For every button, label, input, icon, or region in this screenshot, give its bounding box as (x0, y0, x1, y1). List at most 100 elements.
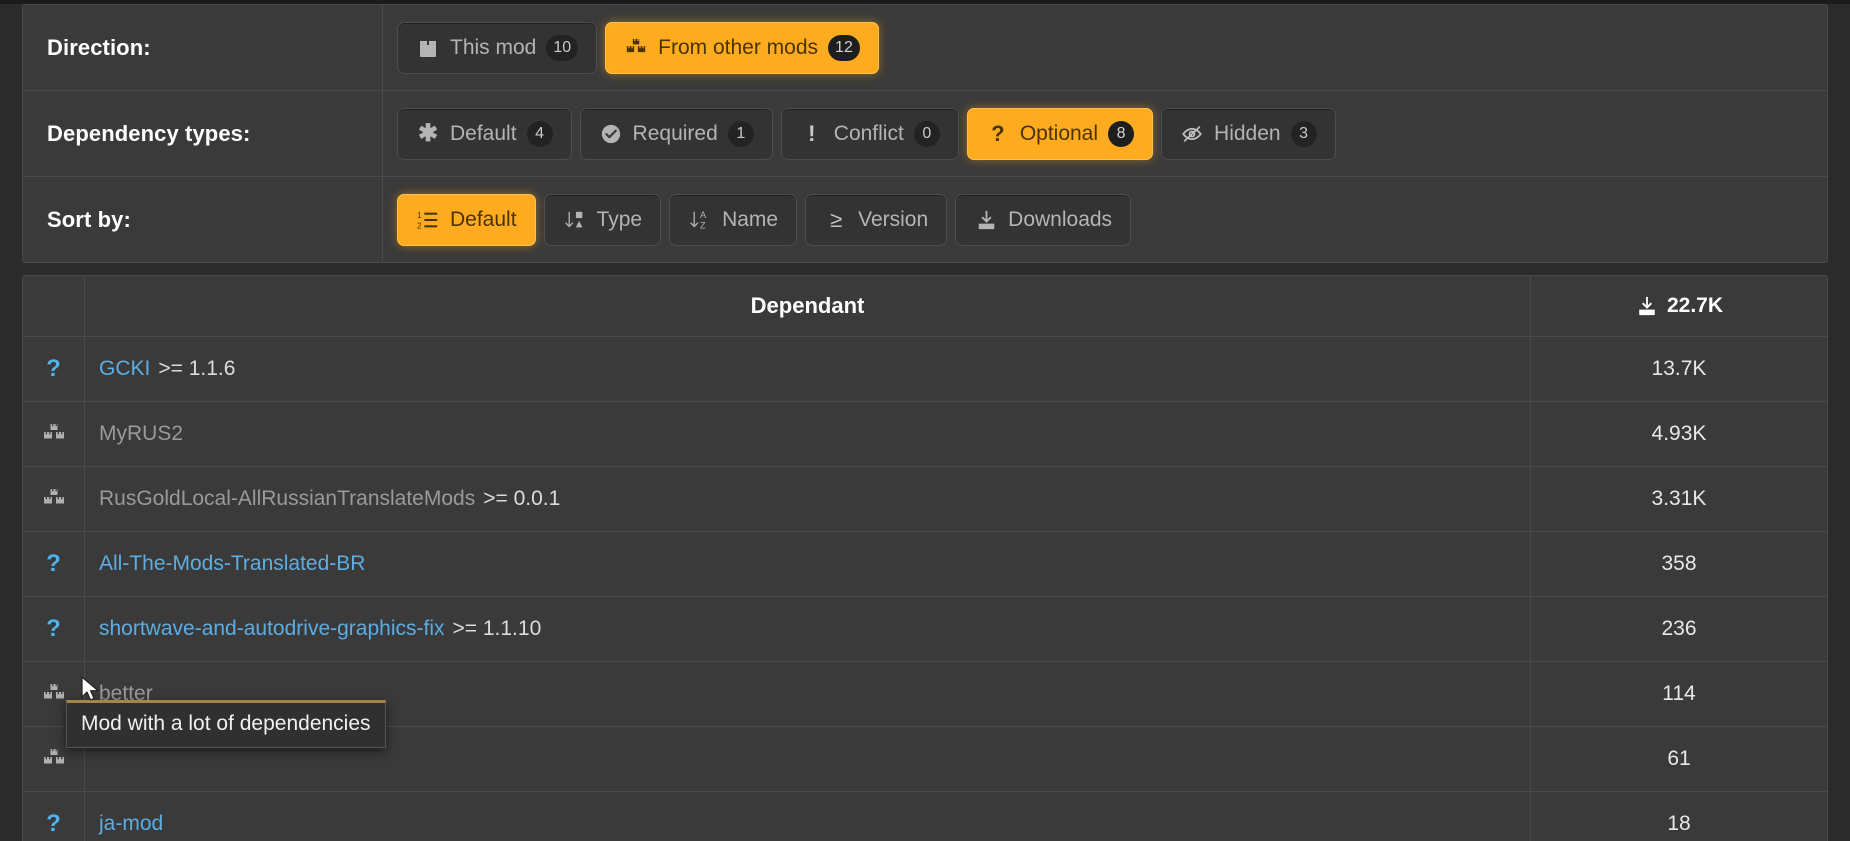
sort-option-version-label: Version (858, 208, 929, 231)
dependency-type-optional-count: 8 (1108, 120, 1135, 147)
boxes-icon (42, 682, 66, 706)
dependency-type-conflict-label: Conflict (833, 122, 904, 145)
sort-option-downloads[interactable]: Downloads (955, 193, 1132, 246)
header-cell-downloads[interactable]: 22.7K (1531, 276, 1827, 336)
sort-option-type-label: Type (596, 208, 643, 231)
download-icon (1635, 294, 1659, 318)
sort-shapes-icon (563, 208, 587, 232)
row-type-cell[interactable] (23, 402, 85, 466)
dependency-type-hidden[interactable]: Hidden 3 (1161, 107, 1336, 160)
table-row[interactable]: RusGoldLocal-AllRussianTranslateMods >= … (23, 467, 1827, 532)
tooltip-text: Mod with a lot of dependencies (81, 712, 371, 735)
row-downloads-cell: 4.93K (1651, 422, 1707, 445)
dependency-type-default[interactable]: ✱ Default 4 (397, 107, 572, 160)
download-icon (974, 208, 998, 232)
mod-version: >= 1.1.6 (158, 357, 236, 380)
sort-option-name-label: Name (722, 208, 779, 231)
mod-link[interactable]: shortwave-and-autodrive-graphics-fix (99, 617, 445, 641)
row-downloads-cell: 236 (1661, 617, 1697, 640)
row-name-cell[interactable]: ja-mod (85, 792, 1531, 841)
sort-by-button-group: 1 2 Default Type A Z Name ≥ Version Down… (383, 177, 1827, 262)
mod-name: RusGoldLocal-AllRussianTranslateMods (99, 487, 476, 510)
direction-label: Direction: (47, 34, 151, 60)
dependency-type-optional-label: Optional (1019, 122, 1099, 145)
filter-row-dependency-types: Dependency types: ✱ Default 4 Required 1… (23, 91, 1827, 177)
table-row[interactable]: ? GCKI >= 1.1.6 13.7K (23, 337, 1827, 402)
tooltip: Mod with a lot of dependencies (66, 700, 386, 748)
direction-option-this-mod-count: 10 (546, 34, 579, 61)
sort-option-name[interactable]: A Z Name (669, 193, 798, 246)
dependency-type-required[interactable]: Required 1 (579, 107, 773, 160)
question-icon: ? (46, 550, 61, 577)
filter-row-sort-by: Sort by: 1 2 Default Type A Z Name ≥ Ver… (23, 177, 1827, 262)
filter-panel: Direction: This mod 10 From other mods 1… (22, 4, 1828, 263)
mod-link[interactable]: GCKI (99, 357, 150, 381)
row-type-cell[interactable]: ? (23, 597, 85, 661)
sort-option-version[interactable]: ≥ Version (805, 193, 948, 246)
row-name-cell[interactable]: All-The-Mods-Translated-BR (85, 532, 1531, 596)
row-downloads-cell: 13.7K (1651, 357, 1707, 380)
eye-slash-icon (1180, 122, 1204, 146)
dependency-type-conflict-count: 0 (913, 120, 940, 147)
boxes-icon (42, 487, 66, 511)
row-downloads-cell: 18 (1667, 812, 1691, 835)
row-type-cell[interactable]: ? (23, 337, 85, 401)
check-circle-icon (599, 122, 623, 146)
sort-alpha-icon: A Z (688, 208, 712, 232)
table-header-row: Dependant 22.7K (23, 276, 1827, 337)
row-type-cell[interactable]: ? (23, 792, 85, 841)
box-icon (416, 36, 440, 60)
svg-text:1: 1 (417, 211, 422, 220)
dependency-type-hidden-count: 3 (1290, 120, 1317, 147)
sort-option-downloads-label: Downloads (1008, 208, 1113, 231)
row-type-cell[interactable]: ? (23, 532, 85, 596)
row-name-cell[interactable]: RusGoldLocal-AllRussianTranslateMods >= … (85, 467, 1531, 531)
sort-numeric-icon: 1 2 (416, 208, 440, 232)
dependency-type-required-label: Required (632, 122, 718, 145)
mod-link[interactable]: ja-mod (99, 812, 163, 836)
table-row[interactable]: ? All-The-Mods-Translated-BR 358 (23, 532, 1827, 597)
header-downloads-total: 22.7K (1666, 294, 1724, 317)
mod-name: MyRUS2 (99, 422, 184, 445)
mod-version: >= 1.1.10 (452, 617, 542, 640)
header-cell-icon (23, 276, 85, 336)
boxes-icon (42, 422, 66, 446)
direction-option-this-mod-label: This mod (450, 36, 537, 59)
sort-option-type[interactable]: Type (543, 193, 662, 246)
row-downloads-cell: 61 (1667, 747, 1691, 770)
row-name-cell[interactable]: MyRUS2 (85, 402, 1531, 466)
direction-button-group: This mod 10 From other mods 12 (383, 5, 1827, 90)
row-type-cell[interactable] (23, 467, 85, 531)
direction-option-from-other-mods[interactable]: From other mods 12 (605, 21, 879, 74)
sort-option-default-label: Default (450, 208, 517, 231)
direction-label-cell: Direction: (23, 5, 383, 90)
table-row[interactable]: ? ja-mod 18 (23, 792, 1827, 841)
sort-by-label: Sort by: (47, 206, 131, 232)
mod-version: >= 0.0.1 (483, 487, 561, 510)
exclamation-icon: ! (808, 120, 816, 146)
table-row[interactable]: MyRUS2 4.93K (23, 402, 1827, 467)
direction-option-this-mod[interactable]: This mod 10 (397, 21, 598, 74)
dependency-type-optional[interactable]: ? Optional 8 (966, 107, 1154, 160)
sort-by-label-cell: Sort by: (23, 177, 383, 262)
direction-option-from-other-mods-count: 12 (828, 34, 860, 61)
question-icon: ? (46, 355, 61, 382)
dependency-type-default-label: Default (450, 122, 517, 145)
dependency-type-conflict[interactable]: ! Conflict 0 (780, 107, 959, 160)
question-icon: ? (46, 810, 61, 837)
sort-option-default[interactable]: 1 2 Default (397, 193, 536, 246)
row-downloads-cell: 358 (1661, 552, 1697, 575)
dependency-browser-page: Direction: This mod 10 From other mods 1… (0, 4, 1850, 841)
table-row[interactable]: ? shortwave-and-autodrive-graphics-fix >… (23, 597, 1827, 662)
dependency-type-hidden-label: Hidden (1214, 122, 1281, 145)
row-name-cell[interactable]: GCKI >= 1.1.6 (85, 337, 1531, 401)
mod-link[interactable]: All-The-Mods-Translated-BR (99, 552, 365, 576)
svg-text:2: 2 (417, 221, 422, 230)
direction-option-from-other-mods-label: From other mods (658, 36, 819, 59)
header-cell-dependant[interactable]: Dependant (85, 276, 1531, 336)
dependency-types-label-cell: Dependency types: (23, 91, 383, 176)
row-downloads-cell: 3.31K (1651, 487, 1707, 510)
greater-equal-icon: ≥ (830, 206, 843, 232)
boxes-icon (42, 747, 66, 771)
row-name-cell[interactable]: shortwave-and-autodrive-graphics-fix >= … (85, 597, 1531, 661)
